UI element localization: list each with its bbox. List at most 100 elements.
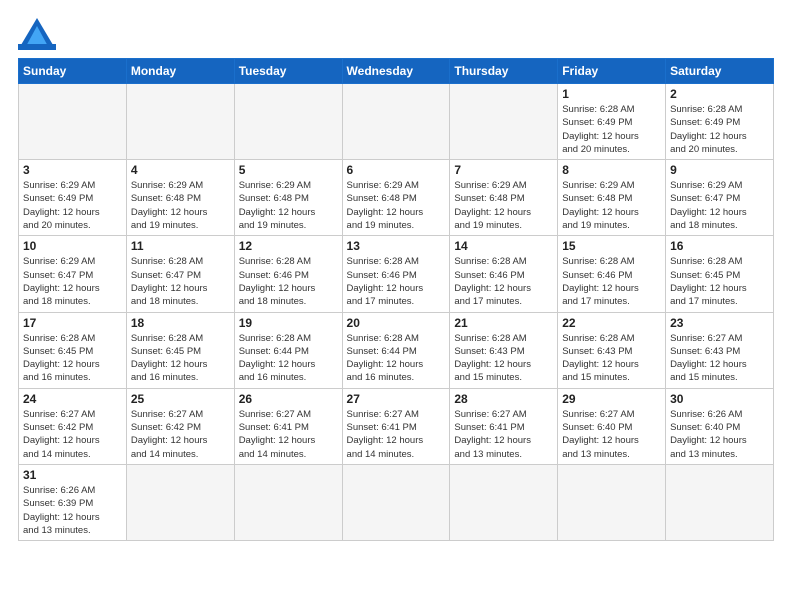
calendar-cell: 24 Sunrise: 6:27 AM Sunset: 6:42 PM Dayli… bbox=[19, 388, 127, 464]
calendar-cell: 18Sunrise: 6:28 AM Sunset: 6:45 PM Dayli… bbox=[126, 312, 234, 388]
calendar-cell: 20Sunrise: 6:28 AM Sunset: 6:44 PM Dayli… bbox=[342, 312, 450, 388]
calendar-cell: 11 Sunrise: 6:28 AM Sunset: 6:47 PM Dayli… bbox=[126, 236, 234, 312]
day-info: Sunrise: 6:27 AM Sunset: 6:41 PM Dayligh… bbox=[239, 408, 338, 461]
calendar-week-5: 24 Sunrise: 6:27 AM Sunset: 6:42 PM Dayli… bbox=[19, 388, 774, 464]
page: SundayMondayTuesdayWednesdayThursdayFrid… bbox=[0, 0, 792, 612]
calendar-cell bbox=[450, 464, 558, 540]
day-info: Sunrise: 6:29 AM Sunset: 6:49 PM Dayligh… bbox=[23, 179, 122, 232]
generalblue-logo-icon bbox=[18, 18, 56, 50]
weekday-header-wednesday: Wednesday bbox=[342, 59, 450, 84]
calendar-cell: 21Sunrise: 6:28 AM Sunset: 6:43 PM Dayli… bbox=[450, 312, 558, 388]
day-number: 27 bbox=[347, 392, 446, 406]
day-info: Sunrise: 6:26 AM Sunset: 6:40 PM Dayligh… bbox=[670, 408, 769, 461]
day-number: 7 bbox=[454, 163, 553, 177]
calendar-week-2: 3 Sunrise: 6:29 AM Sunset: 6:49 PM Daylig… bbox=[19, 160, 774, 236]
calendar-cell: 27 Sunrise: 6:27 AM Sunset: 6:41 PM Dayli… bbox=[342, 388, 450, 464]
calendar-cell: 3 Sunrise: 6:29 AM Sunset: 6:49 PM Daylig… bbox=[19, 160, 127, 236]
day-info: Sunrise: 6:29 AM Sunset: 6:47 PM Dayligh… bbox=[23, 255, 122, 308]
day-info: Sunrise: 6:27 AM Sunset: 6:42 PM Dayligh… bbox=[23, 408, 122, 461]
day-number: 10 bbox=[23, 239, 122, 253]
day-info: Sunrise: 6:28 AM Sunset: 6:46 PM Dayligh… bbox=[562, 255, 661, 308]
calendar-cell bbox=[450, 84, 558, 160]
weekday-header-sunday: Sunday bbox=[19, 59, 127, 84]
day-number: 30 bbox=[670, 392, 769, 406]
calendar-cell: 19Sunrise: 6:28 AM Sunset: 6:44 PM Dayli… bbox=[234, 312, 342, 388]
calendar-cell: 1 Sunrise: 6:28 AM Sunset: 6:49 PM Daylig… bbox=[558, 84, 666, 160]
day-number: 11 bbox=[131, 239, 230, 253]
calendar-cell: 22 Sunrise: 6:28 AM Sunset: 6:43 PM Dayli… bbox=[558, 312, 666, 388]
day-info: Sunrise: 6:29 AM Sunset: 6:48 PM Dayligh… bbox=[239, 179, 338, 232]
day-number: 20 bbox=[347, 316, 446, 330]
day-number: 28 bbox=[454, 392, 553, 406]
calendar-cell bbox=[234, 464, 342, 540]
day-info: Sunrise: 6:28 AM Sunset: 6:46 PM Dayligh… bbox=[239, 255, 338, 308]
day-number: 26 bbox=[239, 392, 338, 406]
calendar: SundayMondayTuesdayWednesdayThursdayFrid… bbox=[18, 58, 774, 541]
day-info: Sunrise: 6:28 AM Sunset: 6:46 PM Dayligh… bbox=[454, 255, 553, 308]
day-number: 1 bbox=[562, 87, 661, 101]
day-number: 29 bbox=[562, 392, 661, 406]
weekday-header-friday: Friday bbox=[558, 59, 666, 84]
calendar-cell: 9 Sunrise: 6:29 AM Sunset: 6:47 PM Daylig… bbox=[666, 160, 774, 236]
day-number: 8 bbox=[562, 163, 661, 177]
calendar-cell: 23 Sunrise: 6:27 AM Sunset: 6:43 PM Dayli… bbox=[666, 312, 774, 388]
day-number: 16 bbox=[670, 239, 769, 253]
calendar-cell: 5 Sunrise: 6:29 AM Sunset: 6:48 PM Daylig… bbox=[234, 160, 342, 236]
calendar-cell bbox=[342, 84, 450, 160]
calendar-cell: 2Sunrise: 6:28 AM Sunset: 6:49 PM Daylig… bbox=[666, 84, 774, 160]
day-info: Sunrise: 6:29 AM Sunset: 6:48 PM Dayligh… bbox=[562, 179, 661, 232]
calendar-cell: 13Sunrise: 6:28 AM Sunset: 6:46 PM Dayli… bbox=[342, 236, 450, 312]
calendar-cell: 8 Sunrise: 6:29 AM Sunset: 6:48 PM Daylig… bbox=[558, 160, 666, 236]
calendar-cell: 30 Sunrise: 6:26 AM Sunset: 6:40 PM Dayli… bbox=[666, 388, 774, 464]
day-number: 22 bbox=[562, 316, 661, 330]
calendar-cell bbox=[234, 84, 342, 160]
calendar-week-3: 10 Sunrise: 6:29 AM Sunset: 6:47 PM Dayli… bbox=[19, 236, 774, 312]
calendar-week-4: 17Sunrise: 6:28 AM Sunset: 6:45 PM Dayli… bbox=[19, 312, 774, 388]
day-info: Sunrise: 6:28 AM Sunset: 6:49 PM Dayligh… bbox=[562, 103, 661, 156]
logo bbox=[18, 18, 60, 50]
day-info: Sunrise: 6:27 AM Sunset: 6:41 PM Dayligh… bbox=[454, 408, 553, 461]
day-number: 4 bbox=[131, 163, 230, 177]
day-number: 9 bbox=[670, 163, 769, 177]
day-info: Sunrise: 6:27 AM Sunset: 6:43 PM Dayligh… bbox=[670, 332, 769, 385]
day-number: 18 bbox=[131, 316, 230, 330]
calendar-cell: 17Sunrise: 6:28 AM Sunset: 6:45 PM Dayli… bbox=[19, 312, 127, 388]
day-number: 14 bbox=[454, 239, 553, 253]
calendar-cell: 26 Sunrise: 6:27 AM Sunset: 6:41 PM Dayli… bbox=[234, 388, 342, 464]
day-info: Sunrise: 6:29 AM Sunset: 6:47 PM Dayligh… bbox=[670, 179, 769, 232]
calendar-cell bbox=[666, 464, 774, 540]
calendar-week-1: 1 Sunrise: 6:28 AM Sunset: 6:49 PM Daylig… bbox=[19, 84, 774, 160]
day-number: 19 bbox=[239, 316, 338, 330]
weekday-header-saturday: Saturday bbox=[666, 59, 774, 84]
calendar-cell: 12Sunrise: 6:28 AM Sunset: 6:46 PM Dayli… bbox=[234, 236, 342, 312]
day-info: Sunrise: 6:28 AM Sunset: 6:45 PM Dayligh… bbox=[23, 332, 122, 385]
day-number: 25 bbox=[131, 392, 230, 406]
weekday-header-tuesday: Tuesday bbox=[234, 59, 342, 84]
day-number: 5 bbox=[239, 163, 338, 177]
calendar-cell: 15 Sunrise: 6:28 AM Sunset: 6:46 PM Dayli… bbox=[558, 236, 666, 312]
day-info: Sunrise: 6:29 AM Sunset: 6:48 PM Dayligh… bbox=[131, 179, 230, 232]
day-info: Sunrise: 6:26 AM Sunset: 6:39 PM Dayligh… bbox=[23, 484, 122, 537]
weekday-header-monday: Monday bbox=[126, 59, 234, 84]
day-info: Sunrise: 6:28 AM Sunset: 6:47 PM Dayligh… bbox=[131, 255, 230, 308]
day-info: Sunrise: 6:27 AM Sunset: 6:41 PM Dayligh… bbox=[347, 408, 446, 461]
day-number: 24 bbox=[23, 392, 122, 406]
calendar-cell: 10 Sunrise: 6:29 AM Sunset: 6:47 PM Dayli… bbox=[19, 236, 127, 312]
day-info: Sunrise: 6:29 AM Sunset: 6:48 PM Dayligh… bbox=[347, 179, 446, 232]
day-number: 3 bbox=[23, 163, 122, 177]
calendar-cell bbox=[19, 84, 127, 160]
calendar-cell bbox=[126, 464, 234, 540]
calendar-week-6: 31 Sunrise: 6:26 AM Sunset: 6:39 PM Dayli… bbox=[19, 464, 774, 540]
day-number: 15 bbox=[562, 239, 661, 253]
calendar-cell bbox=[126, 84, 234, 160]
day-info: Sunrise: 6:27 AM Sunset: 6:40 PM Dayligh… bbox=[562, 408, 661, 461]
day-info: Sunrise: 6:28 AM Sunset: 6:43 PM Dayligh… bbox=[454, 332, 553, 385]
day-number: 13 bbox=[347, 239, 446, 253]
day-number: 31 bbox=[23, 468, 122, 482]
day-number: 23 bbox=[670, 316, 769, 330]
calendar-cell: 25Sunrise: 6:27 AM Sunset: 6:42 PM Dayli… bbox=[126, 388, 234, 464]
calendar-cell: 28 Sunrise: 6:27 AM Sunset: 6:41 PM Dayli… bbox=[450, 388, 558, 464]
calendar-cell: 31 Sunrise: 6:26 AM Sunset: 6:39 PM Dayli… bbox=[19, 464, 127, 540]
calendar-cell: 29 Sunrise: 6:27 AM Sunset: 6:40 PM Dayli… bbox=[558, 388, 666, 464]
day-info: Sunrise: 6:28 AM Sunset: 6:43 PM Dayligh… bbox=[562, 332, 661, 385]
